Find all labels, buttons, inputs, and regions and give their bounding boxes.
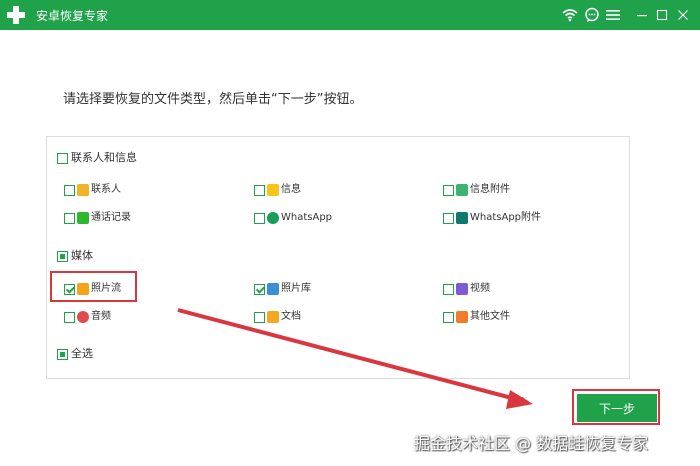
next-step-button[interactable]: 下一步 xyxy=(577,394,657,422)
watermark-text: 掘金技术社区 @ 数据蛙恢复专家 xyxy=(414,434,649,453)
